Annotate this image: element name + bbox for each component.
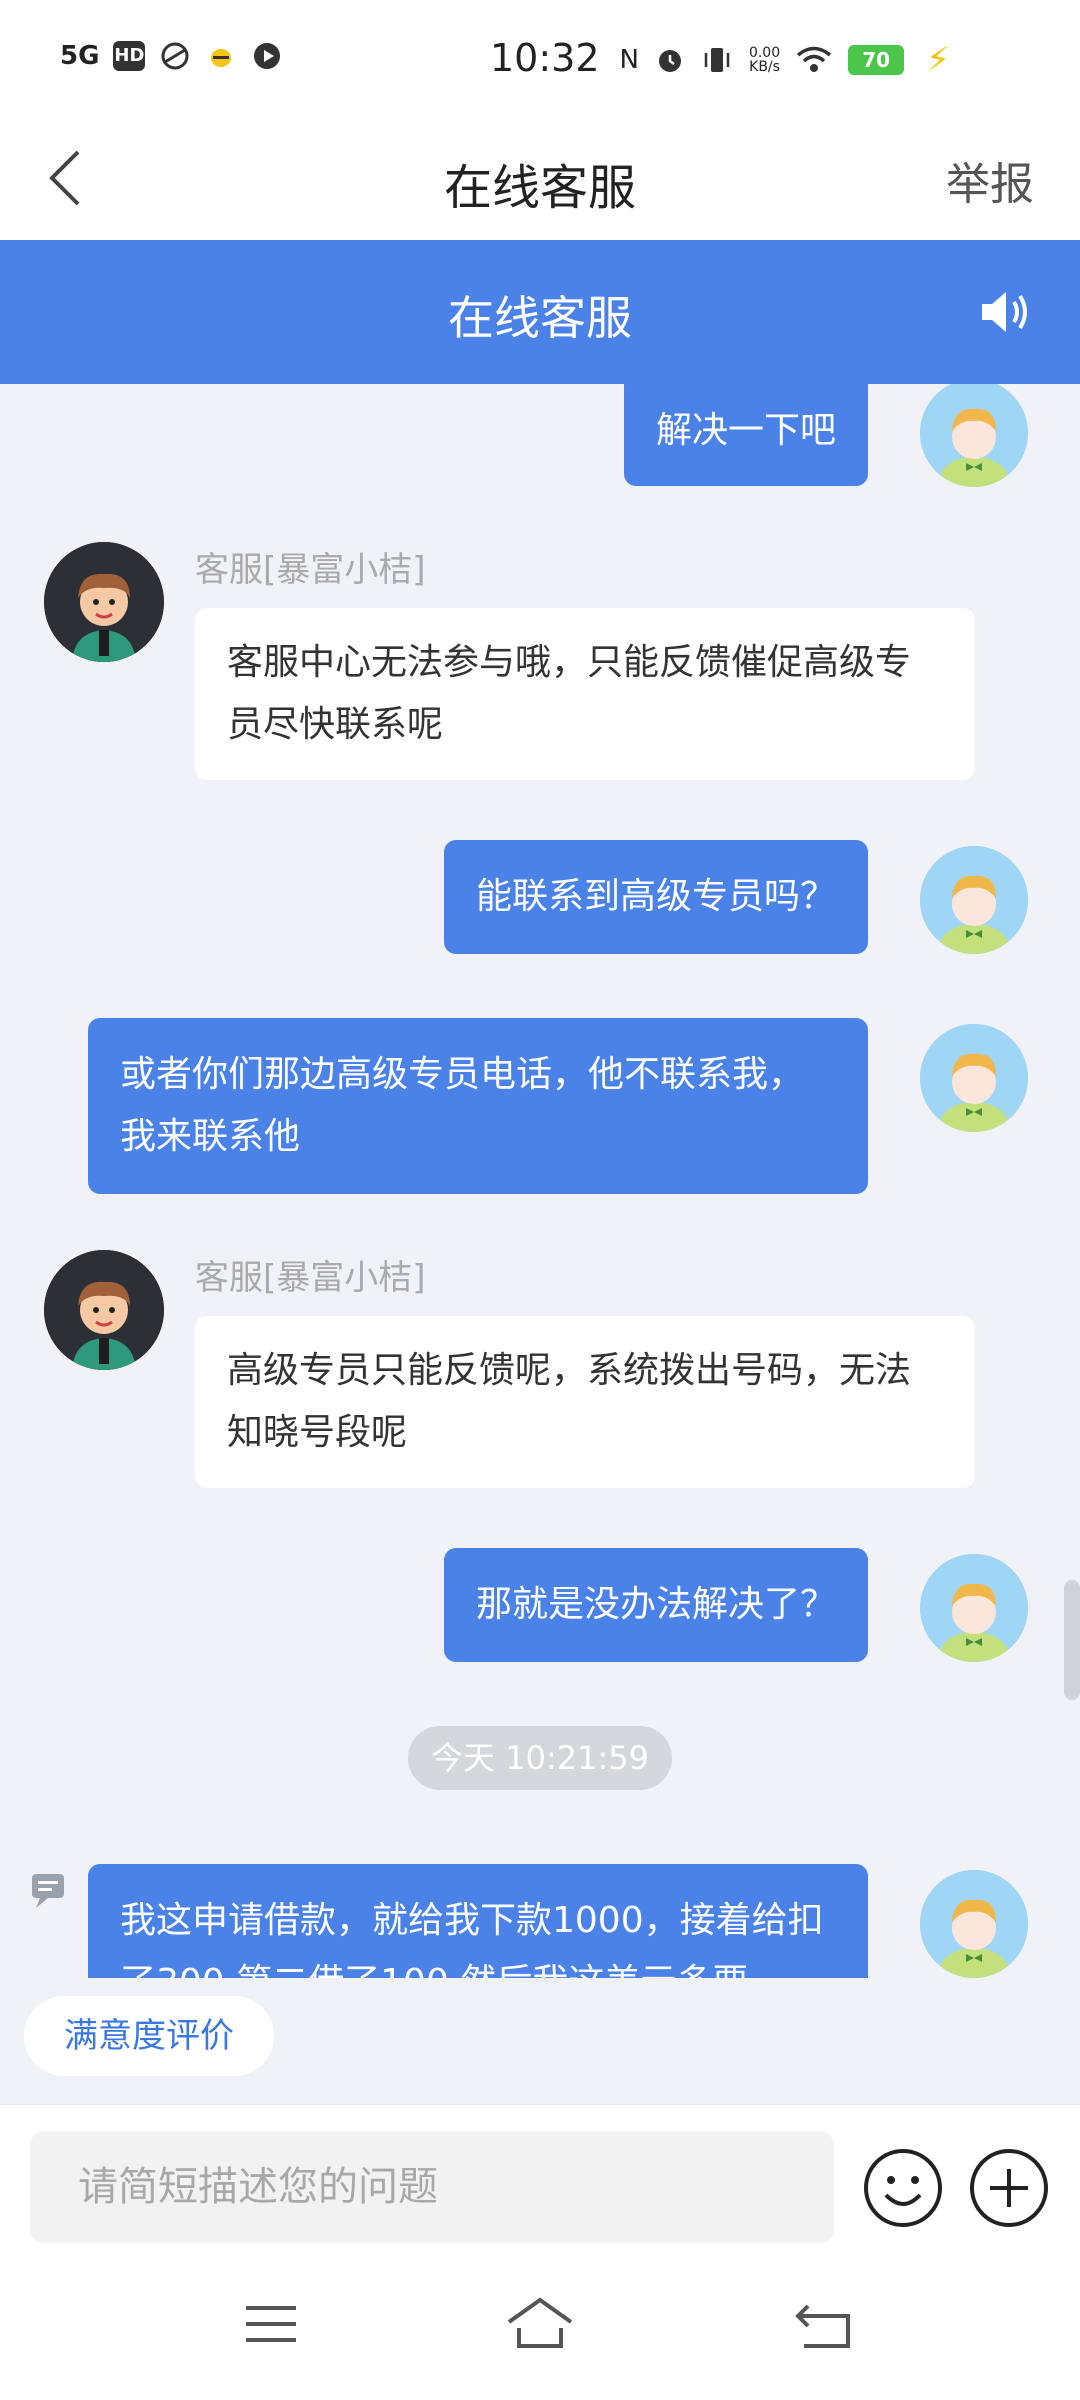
status-right-icons: Ν 0.00 KB/s 70 ⚡ [620, 40, 951, 80]
system-nav-bar [0, 2244, 1080, 2400]
net-speed-value: 0.00 [748, 45, 781, 61]
agent-name-label: 客服[暴富小桔] [195, 1258, 426, 1298]
chat-bubble-icon[interactable] [30, 1872, 74, 1912]
video-app-icon [254, 43, 281, 69]
chat-banner: 在线客服 [0, 240, 1080, 384]
banner-title: 在线客服 [448, 291, 632, 345]
emoji-icon[interactable] [862, 2147, 944, 2229]
clock: 10:32 [490, 36, 600, 80]
user-avatar [920, 384, 1028, 487]
chat-messages[interactable]: 解决一下吧 客服[暴富小桔] 客服中心无法参与哦，只能反馈催促高级专员尽快联系呢… [0, 384, 1080, 1978]
net-speed: 0.00 KB/s [749, 46, 780, 74]
hd-badge: HD [113, 41, 146, 71]
agent-avatar [44, 1250, 164, 1370]
network-indicator: 5G [60, 41, 100, 71]
report-button[interactable]: 举报 [946, 148, 1034, 212]
satisfaction-rating-button[interactable]: 满意度评价 [24, 1996, 274, 2076]
battery-indicator: 70 [848, 45, 905, 75]
user-message: 能联系到高级专员吗？ [443, 840, 868, 954]
user-message: 那就是没办法解决了？ [443, 1548, 868, 1662]
app-notification-icon [161, 42, 189, 70]
user-message: 解决一下吧 [623, 384, 868, 486]
user-avatar [920, 1870, 1028, 1978]
nfc-icon: Ν [619, 45, 639, 75]
net-speed-unit: KB/s [749, 59, 780, 75]
bee-app-icon [211, 49, 232, 67]
menu-icon[interactable] [236, 2294, 306, 2354]
vibrate-icon [704, 48, 730, 72]
title-bar: 在线客服 举报 [0, 120, 1080, 240]
message-input[interactable]: 请简短描述您的问题 [30, 2131, 834, 2243]
agent-avatar [44, 542, 164, 662]
home-icon[interactable] [505, 2294, 575, 2354]
wifi-icon [797, 46, 832, 72]
page-title: 在线客服 [443, 160, 636, 216]
back-nav-icon[interactable] [790, 2294, 860, 2354]
agent-message: 客服中心无法参与哦，只能反馈催促高级专员尽快联系呢 [195, 608, 975, 780]
chat-scrollbar[interactable] [1064, 1580, 1080, 1700]
charging-icon: ⚡ [926, 40, 950, 80]
input-bar: 请简短描述您的问题 [0, 2104, 1080, 2244]
user-message: 我这申请借款，就给我下款1000，接着给扣了300 第二借了100 然后我这美元… [88, 1864, 868, 1978]
user-message: 或者你们那边高级专员电话，他不联系我，我来联系他 [88, 1018, 868, 1194]
status-bar: 5G HD 10:32 Ν 0.00 KB/s 70 ⚡ [0, 0, 1080, 120]
user-avatar [920, 1554, 1028, 1662]
user-avatar [920, 846, 1028, 954]
message-timestamp: 今天 10:21:59 [408, 1726, 672, 1790]
alarm-icon [658, 50, 681, 72]
agent-name-label: 客服[暴富小桔] [195, 550, 426, 590]
add-attachment-icon[interactable] [968, 2147, 1050, 2229]
user-avatar [920, 1024, 1028, 1132]
agent-message: 高级专员只能反馈呢，系统拨出号码，无法知晓号段呢 [195, 1316, 975, 1488]
speaker-icon[interactable] [978, 284, 1034, 340]
status-left-icons: 5G HD [60, 40, 283, 72]
